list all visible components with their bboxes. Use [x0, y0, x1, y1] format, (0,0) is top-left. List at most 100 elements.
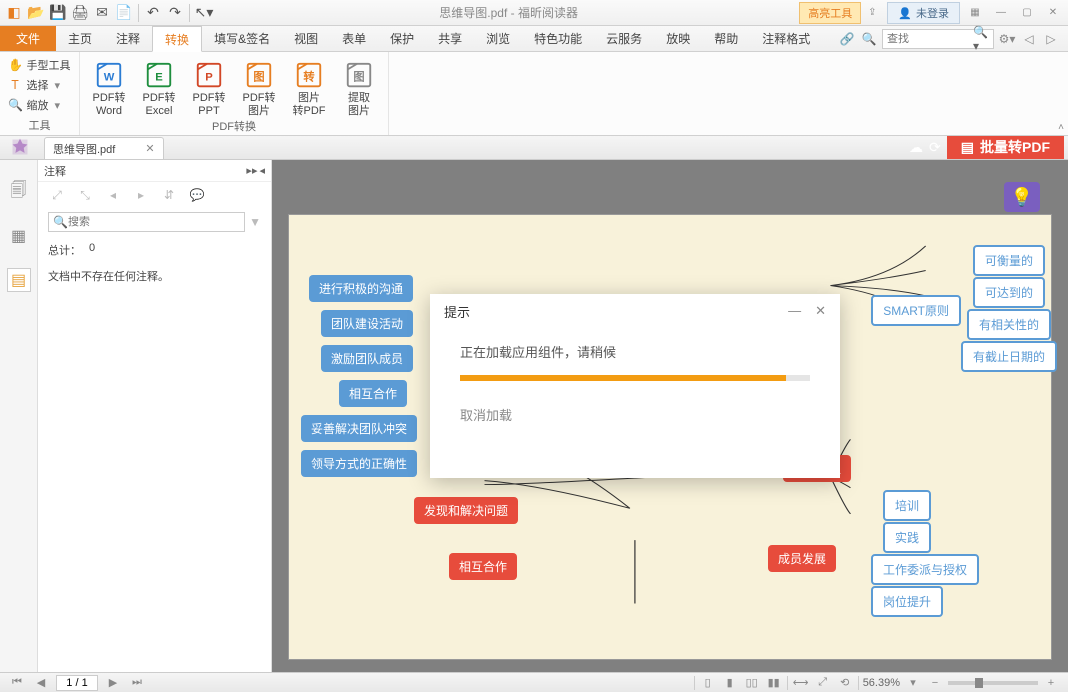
collapse-left-icon[interactable]: ◂: [259, 164, 265, 177]
comment-icon[interactable]: 💬: [188, 186, 206, 204]
filter-icon[interactable]: ▼: [249, 215, 261, 229]
sb-next-icon[interactable]: ▶: [104, 675, 122, 691]
menu-tab-3[interactable]: 填写&签名: [202, 26, 282, 51]
doc-icon[interactable]: 📄: [114, 3, 134, 23]
rail-thumbnail-icon[interactable]: ▦: [7, 224, 31, 248]
menu-tab-8[interactable]: 浏览: [474, 26, 522, 51]
select-tool[interactable]: Ꭲ选择▾: [7, 76, 73, 94]
email-icon[interactable]: ✉: [92, 3, 112, 23]
redo-icon[interactable]: ↷: [165, 3, 185, 23]
menu-right: 🔗 🔍 🔍▾ ⚙▾ ◁ ▷: [838, 26, 1068, 51]
svg-text:图: 图: [253, 71, 264, 84]
page-input[interactable]: [56, 675, 98, 691]
node-communicate: 进行积极的沟通: [309, 275, 413, 302]
menu-tab-13[interactable]: 注释格式: [750, 26, 822, 51]
rail-notes-icon[interactable]: ▤: [7, 268, 31, 292]
gear-icon[interactable]: ⚙▾: [998, 32, 1016, 46]
file-menu[interactable]: 文件: [0, 26, 56, 51]
save-icon[interactable]: 💾: [48, 3, 68, 23]
zoom-tool[interactable]: 🔍缩放▾: [7, 96, 73, 114]
dialog-minimize-icon[interactable]: —: [788, 303, 801, 319]
batch-convert-button[interactable]: ▤ 批量转PDF: [947, 135, 1064, 159]
close-icon[interactable]: ✕: [1042, 4, 1064, 22]
undo-icon[interactable]: ↶: [143, 3, 163, 23]
prev-note-icon[interactable]: ◂: [104, 186, 122, 204]
minimize-icon[interactable]: —: [990, 4, 1012, 22]
hand-tool[interactable]: ✋手型工具: [7, 56, 73, 74]
fit-width-icon[interactable]: ⟷: [792, 675, 810, 691]
open-icon[interactable]: 📂: [26, 3, 46, 23]
dialog-close-icon[interactable]: ✕: [815, 303, 826, 319]
rail-bookmark-icon[interactable]: 🗐: [7, 180, 31, 204]
menu-tab-11[interactable]: 放映: [654, 26, 702, 51]
sb-first-icon[interactable]: ⏮: [8, 675, 26, 691]
menu-tab-1[interactable]: 注释: [104, 26, 152, 51]
print-icon[interactable]: 🖨: [70, 3, 90, 23]
highlight-tool-badge[interactable]: 高亮工具: [799, 2, 861, 24]
zoom-dropdown-icon[interactable]: ▾: [904, 675, 922, 691]
find-icon[interactable]: 🔍: [860, 32, 878, 46]
next-note-icon[interactable]: ▸: [132, 186, 150, 204]
share-icon[interactable]: ⇪: [861, 4, 883, 22]
fit-page-icon[interactable]: ⤢: [814, 675, 832, 691]
view-cont-icon[interactable]: ▮: [721, 675, 739, 691]
sync-icon[interactable]: ⟳: [929, 139, 941, 156]
home-tab-icon[interactable]: [0, 135, 40, 159]
zoom-slider[interactable]: [948, 681, 1038, 685]
notes-search-row: 🔍 ▼: [48, 212, 261, 232]
ribbon-collapse-icon[interactable]: ˄: [1058, 122, 1064, 133]
menu-tab-0[interactable]: 主页: [56, 26, 104, 51]
sort-icon[interactable]: ⇵: [160, 186, 178, 204]
zoom-out-icon[interactable]: −: [926, 675, 944, 691]
menu-tab-6[interactable]: 保护: [378, 26, 426, 51]
menu-tab-7[interactable]: 共享: [426, 26, 474, 51]
menu-tab-9[interactable]: 特色功能: [522, 26, 594, 51]
pdf-to-excel[interactable]: EPDF转Excel: [136, 56, 182, 118]
search-box[interactable]: 🔍▾: [882, 29, 994, 49]
pdf-to-word[interactable]: WPDF转Word: [86, 56, 132, 118]
search-icon[interactable]: 🔍▾: [973, 25, 993, 53]
expand-icon[interactable]: ⤢: [48, 186, 66, 204]
view-single-icon[interactable]: ▯: [699, 675, 717, 691]
login-button[interactable]: 👤未登录: [887, 2, 960, 24]
svg-text:转: 转: [303, 70, 315, 84]
link-icon[interactable]: 🔗: [838, 32, 856, 46]
document-tab[interactable]: 思维导图.pdf ✕: [44, 137, 164, 159]
menu-tab-4[interactable]: 视图: [282, 26, 330, 51]
collapse-right-icon[interactable]: ▸▸: [246, 164, 257, 177]
menu-tab-2[interactable]: 转换: [152, 26, 202, 52]
pdf-to-ppt[interactable]: PPDF转PPT: [186, 56, 232, 118]
menu-tab-5[interactable]: 表单: [330, 26, 378, 51]
svg-text:W: W: [104, 72, 115, 84]
document-tabs: 思维导图.pdf ✕ ☁ ⟳ ▤ 批量转PDF: [0, 136, 1068, 160]
collapse-all-icon[interactable]: ⤡: [76, 186, 94, 204]
sb-prev-icon[interactable]: ◀: [32, 675, 50, 691]
view-facing-icon[interactable]: ▯▯: [743, 675, 761, 691]
prev-icon[interactable]: ◁: [1020, 32, 1038, 46]
search-input[interactable]: [883, 33, 973, 45]
next-icon[interactable]: ▷: [1042, 32, 1060, 46]
app-icon[interactable]: ◧: [4, 3, 24, 23]
grid-icon[interactable]: ▦: [964, 4, 986, 22]
svg-text:E: E: [155, 72, 163, 84]
pdf-to-word-icon: W: [92, 58, 126, 92]
node-motivate: 激励团队成员: [321, 345, 413, 372]
notes-search-box[interactable]: 🔍: [48, 212, 245, 232]
sb-last-icon[interactable]: ⏭: [128, 675, 146, 691]
tab-close-icon[interactable]: ✕: [145, 142, 154, 155]
pdf-to-ppt-icon: P: [192, 58, 226, 92]
maximize-icon[interactable]: ▢: [1016, 4, 1038, 22]
pdf-to-image[interactable]: 图PDF转图片: [236, 56, 282, 118]
cancel-loading-button[interactable]: 取消加载: [460, 405, 810, 424]
image-to-pdf[interactable]: 转图片转PDF: [286, 56, 332, 118]
rotate-icon[interactable]: ⟲: [836, 675, 854, 691]
view-cont-facing-icon[interactable]: ▮▮: [765, 675, 783, 691]
menu-tab-10[interactable]: 云服务: [594, 26, 654, 51]
menu-tab-12[interactable]: 帮助: [702, 26, 750, 51]
extract-image[interactable]: 图提取图片: [336, 56, 382, 118]
bulb-icon[interactable]: 💡: [1004, 182, 1040, 212]
zoom-in-icon[interactable]: +: [1042, 675, 1060, 691]
notes-search-input[interactable]: [68, 216, 240, 228]
cloud-icon[interactable]: ☁: [909, 139, 923, 156]
cursor-icon[interactable]: ↖▾: [194, 3, 214, 23]
